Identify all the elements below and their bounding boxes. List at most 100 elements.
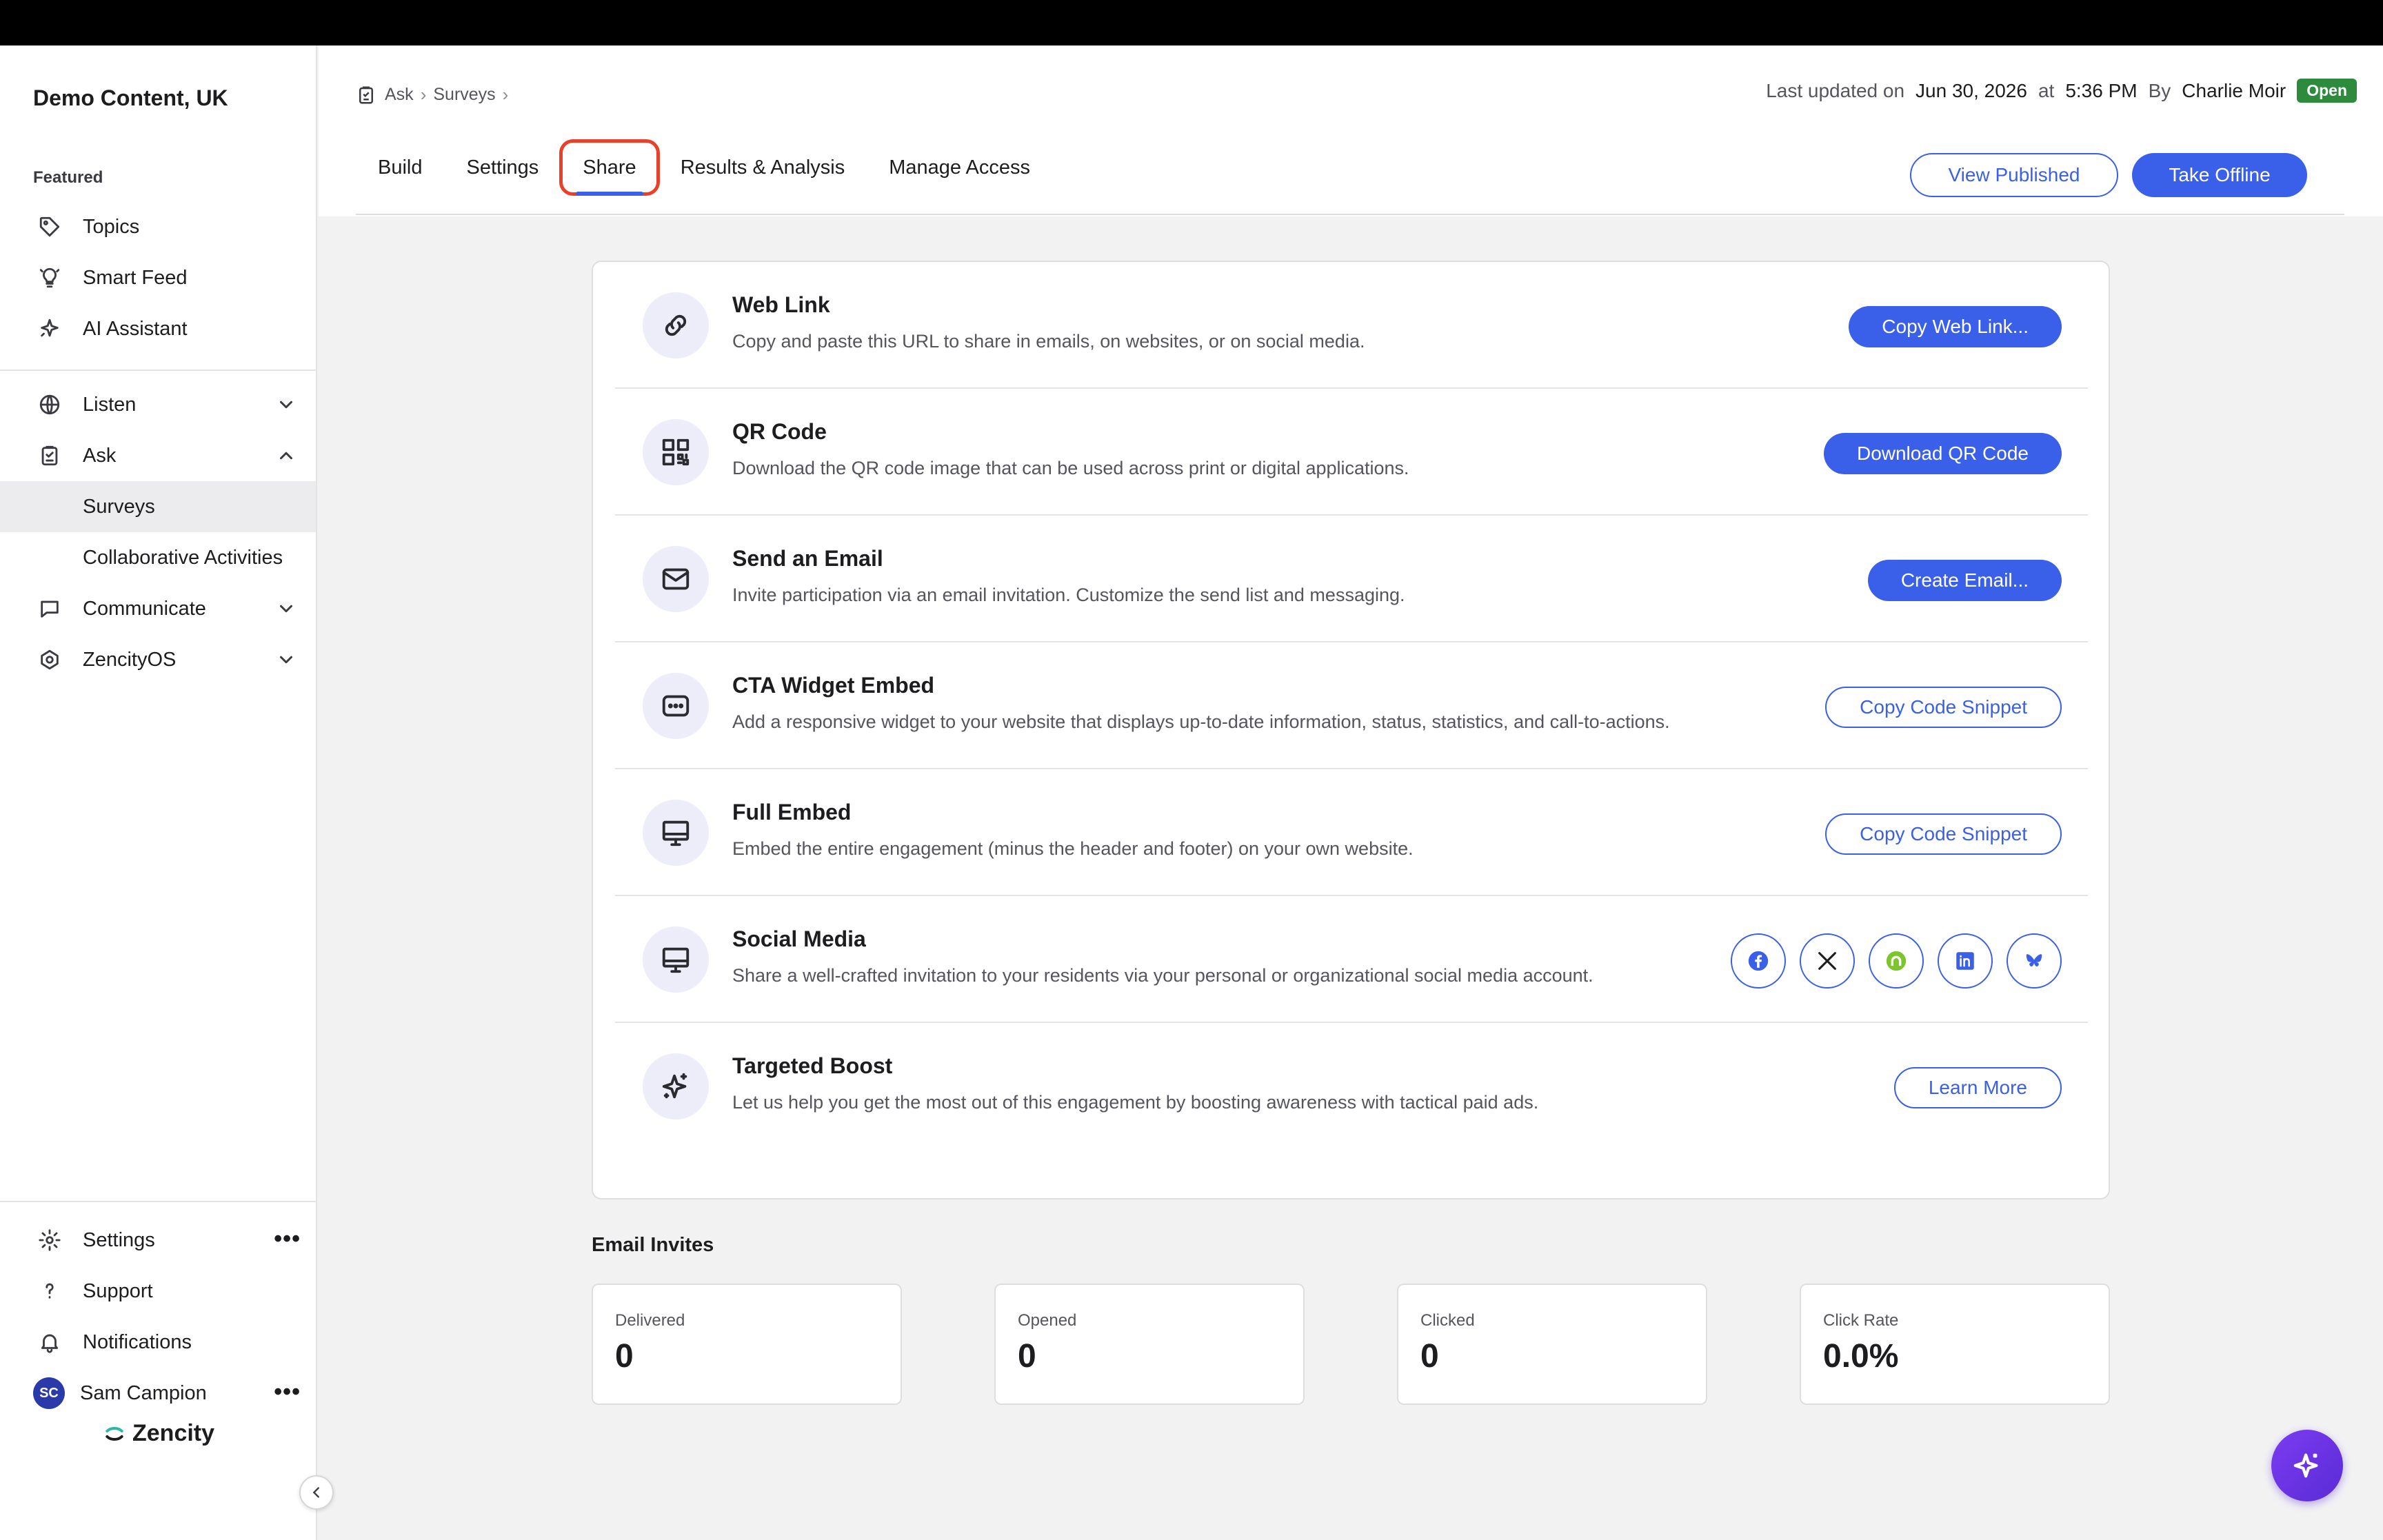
sidebar-item-user[interactable]: SC Sam Campion •••: [0, 1368, 316, 1419]
ai-assistant-fab-button[interactable]: [2271, 1430, 2343, 1501]
org-name[interactable]: Demo Content, UK: [33, 85, 228, 111]
chevron-down-icon[interactable]: [276, 598, 296, 619]
gear-icon: [36, 1226, 63, 1254]
row-description: Download the QR code image that can be u…: [732, 458, 1409, 478]
row-title: Social Media: [732, 926, 866, 951]
stat-card-delivered: Delivered 0: [592, 1284, 902, 1405]
sidebar-divider: [0, 1201, 316, 1202]
sparkle-icon: [36, 315, 63, 343]
stat-card-clicked: Clicked 0: [1397, 1284, 1707, 1405]
chevron-down-icon[interactable]: [276, 649, 296, 670]
stat-label: Delivered: [615, 1311, 685, 1330]
share-row-qr-code: QR Code Download the QR code image that …: [615, 389, 2088, 516]
tab-build[interactable]: Build: [356, 142, 445, 193]
monitor-icon: [643, 926, 709, 993]
sidebar-item-topics[interactable]: Topics: [0, 201, 316, 252]
take-offline-button[interactable]: Take Offline: [2132, 153, 2307, 197]
sidebar-divider: [0, 369, 316, 371]
chevron-up-icon[interactable]: [276, 445, 296, 466]
tab-share[interactable]: Share: [559, 139, 660, 196]
sidebar-item-label: AI Assistant: [83, 317, 188, 340]
monitor-icon: [643, 800, 709, 866]
sidebar-item-label: Topics: [83, 215, 140, 238]
zencity-os-icon: [36, 646, 63, 673]
sidebar-item-surveys[interactable]: Surveys: [0, 481, 316, 532]
breadcrumb-item-ask[interactable]: Ask: [385, 85, 414, 105]
chevron-left-icon: [312, 1487, 319, 1498]
share-row-full-embed: Full Embed Embed the entire engagement (…: [615, 769, 2088, 896]
window-top-bar: [0, 0, 2383, 45]
sidebar-item-label: Support: [83, 1279, 153, 1302]
collapse-sidebar-button[interactable]: [299, 1475, 334, 1510]
breadcrumb-item-surveys[interactable]: Surveys: [433, 85, 495, 105]
stat-label: Clicked: [1420, 1311, 1475, 1330]
sidebar-item-zencityos[interactable]: ZencityOS: [0, 634, 316, 685]
sidebar-item-smart-feed[interactable]: Smart Feed: [0, 252, 316, 303]
row-title: CTA Widget Embed: [732, 673, 935, 698]
sidebar: Demo Content, UK Featured Topics Smart F…: [0, 45, 317, 1540]
row-title: Send an Email: [732, 546, 883, 571]
widget-icon: [643, 673, 709, 739]
sidebar-item-support[interactable]: Support: [0, 1266, 316, 1317]
sidebar-item-label: Notifications: [83, 1330, 192, 1353]
stat-value: 0.0%: [1823, 1338, 1899, 1375]
facebook-button[interactable]: [1731, 933, 1786, 989]
sidebar-item-listen[interactable]: Listen: [0, 379, 316, 430]
download-qr-code-button[interactable]: Download QR Code: [1823, 433, 2062, 474]
tab-label: Manage Access: [889, 156, 1030, 179]
sidebar-item-collaborative-activities[interactable]: Collaborative Activities: [0, 532, 316, 583]
bluesky-button[interactable]: [2007, 933, 2062, 989]
row-title: QR Code: [732, 419, 827, 444]
linkedin-icon: [1956, 952, 1974, 970]
copy-code-snippet-button[interactable]: Copy Code Snippet: [1825, 687, 2062, 728]
page-header: Ask › Surveys › Last updated on Jun 30, …: [319, 45, 2383, 216]
row-description: Copy and paste this URL to share in emai…: [732, 331, 1365, 352]
nextdoor-button[interactable]: [1869, 933, 1924, 989]
meta-at: at: [2038, 79, 2055, 101]
tab-bar: Build Settings Share Results & Analysis …: [356, 139, 1052, 196]
more-options-icon[interactable]: •••: [274, 1379, 301, 1406]
stat-value: 0: [1420, 1338, 1439, 1375]
copy-web-link-button[interactable]: Copy Web Link...: [1849, 306, 2062, 347]
sparkle-icon: [2293, 1453, 2318, 1478]
tab-label: Settings: [466, 156, 539, 179]
row-description: Invite participation via an email invita…: [732, 585, 1405, 605]
row-title: Targeted Boost: [732, 1053, 893, 1078]
sidebar-item-ask[interactable]: Ask: [0, 430, 316, 481]
sidebar-item-label: Smart Feed: [83, 266, 188, 289]
copy-code-snippet-button[interactable]: Copy Code Snippet: [1825, 813, 2062, 855]
sidebar-item-label: ZencityOS: [83, 648, 177, 671]
more-options-icon[interactable]: •••: [274, 1226, 301, 1253]
sidebar-item-ai-assistant[interactable]: AI Assistant: [0, 303, 316, 354]
sidebar-item-label: Surveys: [83, 495, 155, 518]
share-row-social-media: Social Media Share a well-crafted invita…: [615, 896, 2088, 1023]
stat-card-opened: Opened 0: [994, 1284, 1305, 1405]
stat-value: 0: [615, 1338, 634, 1375]
clipboard-icon: [359, 86, 373, 103]
tab-results-analysis[interactable]: Results & Analysis: [658, 142, 867, 193]
linkedin-button[interactable]: [1938, 933, 1993, 989]
meta-time: 5:36 PM: [2065, 79, 2138, 101]
chevron-down-icon[interactable]: [276, 394, 296, 415]
zencity-logo-icon: [105, 1426, 123, 1441]
sidebar-item-settings[interactable]: Settings •••: [0, 1215, 316, 1266]
bluesky-icon: [2026, 954, 2042, 967]
globe-icon: [36, 391, 63, 418]
sidebar-item-label: Listen: [83, 393, 137, 416]
x-button[interactable]: [1800, 933, 1855, 989]
tab-manage-access[interactable]: Manage Access: [867, 142, 1052, 193]
learn-more-button[interactable]: Learn More: [1893, 1067, 2062, 1108]
status-badge: Open: [2297, 79, 2357, 103]
view-published-button[interactable]: View Published: [1910, 153, 2118, 197]
bell-icon: [36, 1328, 63, 1356]
sidebar-item-label: Collaborative Activities: [83, 546, 283, 569]
tab-settings[interactable]: Settings: [445, 142, 561, 193]
row-description: Embed the entire engagement (minus the h…: [732, 838, 1414, 859]
create-email-button[interactable]: Create Email...: [1867, 560, 2062, 601]
sidebar-item-label: Ask: [83, 444, 117, 467]
meta-by: By: [2148, 79, 2171, 101]
sidebar-item-communicate[interactable]: Communicate: [0, 583, 316, 634]
sidebar-item-notifications[interactable]: Notifications: [0, 1317, 316, 1368]
clipboard-icon: [36, 442, 63, 469]
sidebar-item-label: Communicate: [83, 597, 206, 620]
